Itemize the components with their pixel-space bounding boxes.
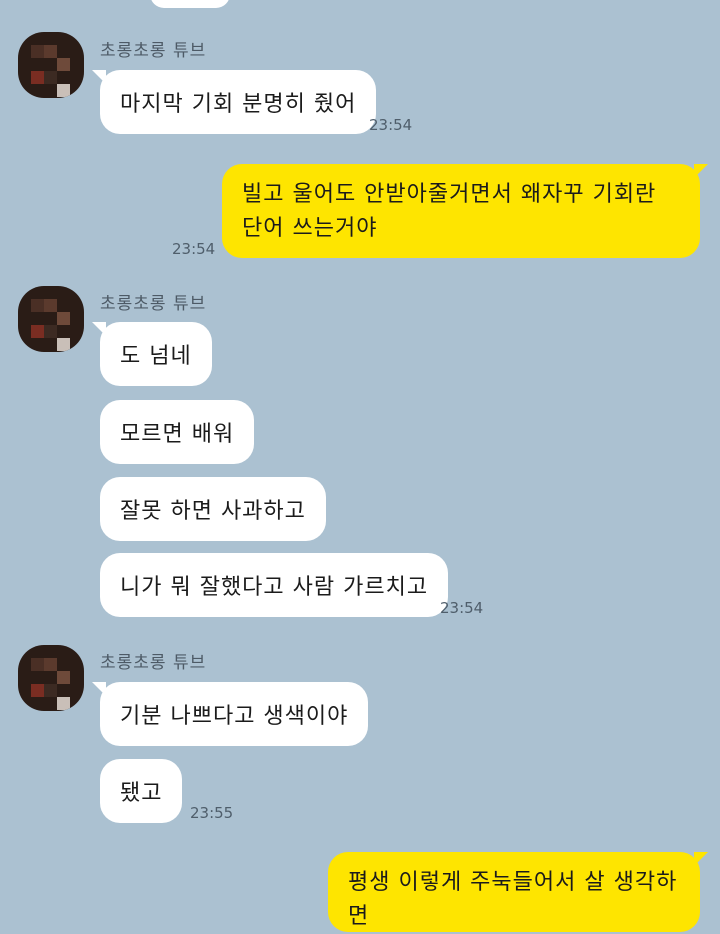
message-bubble[interactable]: 기분 나쁘다고 생색이야 <box>91 682 369 746</box>
message-bubble[interactable]: 잘못 하면 사과하고 <box>100 477 326 541</box>
message-bubble[interactable]: 마지막 기회 분명히 줬어 <box>91 70 377 134</box>
message-time: 23:55 <box>190 804 234 822</box>
message-bubble[interactable]: 니가 뭐 잘했다고 사람 가르치고 <box>100 553 449 617</box>
profile-avatar[interactable] <box>18 32 84 98</box>
sender-name: 초롱초롱 튜브 <box>100 41 207 61</box>
profile-avatar[interactable] <box>18 645 84 711</box>
profile-avatar[interactable] <box>18 286 84 352</box>
message-bubble[interactable]: 모르면 배워 <box>100 400 255 464</box>
sender-name: 초롱초롱 튜브 <box>100 294 207 314</box>
message-bubble-outgoing[interactable]: 평생 이렇게 주눅들어서 살 생각하면 <box>328 852 708 932</box>
sender-name: 초롱초롱 튜브 <box>100 653 207 673</box>
message-bubble[interactable]: 됐고 <box>100 759 183 823</box>
message-bubble[interactable]: 도 넘네 <box>92 322 212 386</box>
partial-message-bubble[interactable] <box>150 0 230 8</box>
message-bubble-outgoing[interactable]: 빌고 울어도 안받아줄거면서 왜자꾸 기회란 단어 쓰는거야 <box>222 164 708 258</box>
message-time: 23:54 <box>440 599 484 617</box>
message-time: 23:54 <box>172 240 216 258</box>
message-time: 23:54 <box>369 116 413 134</box>
